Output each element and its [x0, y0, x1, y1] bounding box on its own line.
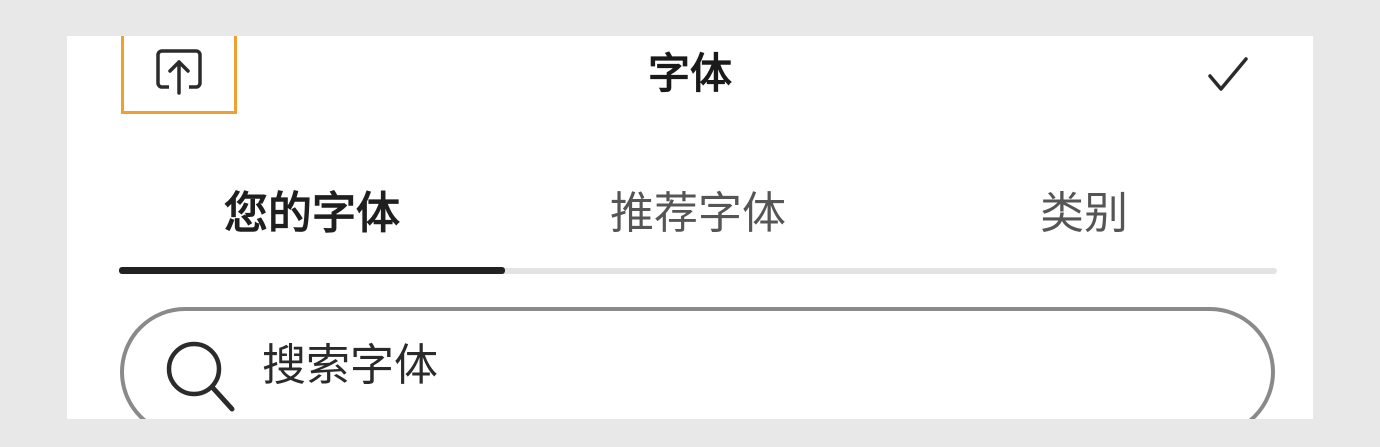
- confirm-button[interactable]: [1203, 52, 1253, 102]
- active-tab-indicator: [119, 267, 505, 274]
- search-input[interactable]: [262, 335, 1162, 395]
- tab-bar: 您的字体 推荐字体 类别: [119, 184, 1277, 244]
- tab-your-fonts[interactable]: 您的字体: [119, 184, 505, 244]
- tab-categories[interactable]: 类别: [891, 184, 1277, 244]
- page-title: 字体: [647, 49, 732, 98]
- search-icon: [164, 338, 240, 414]
- tab-recommended-fonts[interactable]: 推荐字体: [505, 184, 891, 244]
- font-panel: 字体 您的字体 推荐字体 类别: [67, 36, 1313, 419]
- checkmark-icon: [1206, 55, 1250, 99]
- search-bar[interactable]: [120, 307, 1275, 419]
